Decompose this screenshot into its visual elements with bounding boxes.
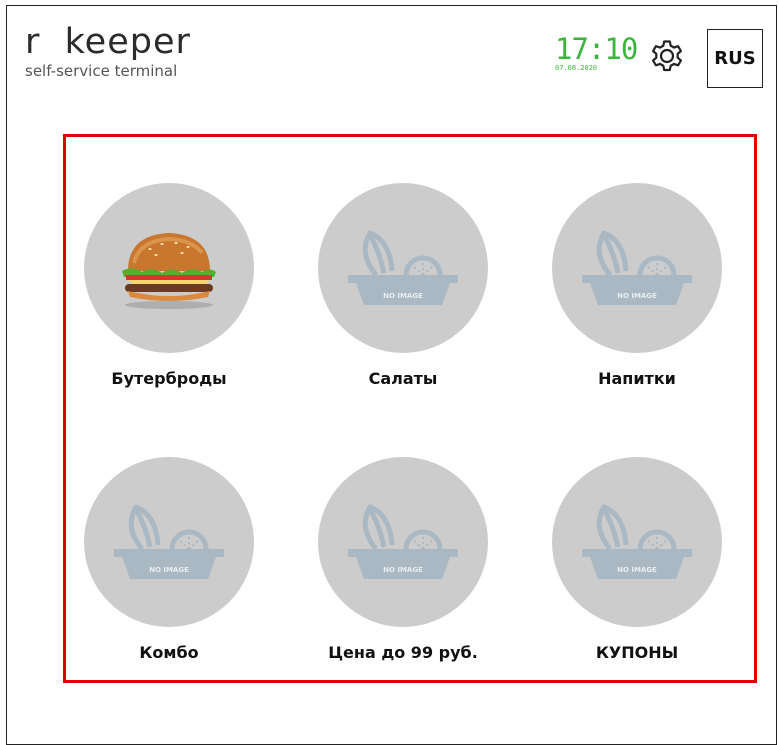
category-label: КУПОНЫ [595,643,679,662]
placeholder-text: NO IMAGE [617,566,657,574]
category-label: Бутерброды [111,369,227,388]
category-label: Комбо [139,643,199,662]
clock-time: 17:10 [555,32,638,66]
category-image: NO IMAGE [84,457,254,627]
category-tile-salads[interactable]: NO IMAGE Салаты [303,183,503,443]
placeholder-text: NO IMAGE [383,566,423,574]
category-tile-sandwiches[interactable]: Бутерброды [69,183,269,443]
logo-subtitle: self-service terminal [25,62,178,80]
category-tile-drinks[interactable]: NO IMAGE Напитки [537,183,737,443]
category-label: Цена до 99 руб. [328,643,478,662]
category-tile-under-99[interactable]: NO IMAGE Цена до 99 руб. [303,457,503,717]
category-image: NO IMAGE [318,183,488,353]
no-image-icon: NO IMAGE [582,230,692,305]
category-image: NO IMAGE [318,457,488,627]
category-image: NO IMAGE [552,457,722,627]
rkeeper-logo: r keeper self-service terminal [25,22,191,80]
gear-icon [652,40,682,72]
category-image [84,183,254,353]
no-image-icon: NO IMAGE [582,504,692,579]
placeholder-text: NO IMAGE [617,292,657,300]
logo-title: r keeper [25,22,191,62]
category-label: Салаты [368,369,438,388]
category-image: NO IMAGE [552,183,722,353]
no-image-icon: NO IMAGE [348,504,458,579]
category-tile-combo[interactable]: NO IMAGE Комбо [69,457,269,717]
category-tile-coupons[interactable]: NO IMAGE КУПОНЫ [537,457,737,717]
category-label: Напитки [598,369,676,388]
clock: 17:10 07.08.2020 [555,32,638,72]
burger-image [122,233,216,309]
language-button[interactable]: RUS [707,29,763,88]
placeholder-text: NO IMAGE [383,292,423,300]
no-image-icon: NO IMAGE [114,504,224,579]
no-image-icon: NO IMAGE [348,230,458,305]
placeholder-text: NO IMAGE [149,566,189,574]
settings-button[interactable] [647,38,687,78]
